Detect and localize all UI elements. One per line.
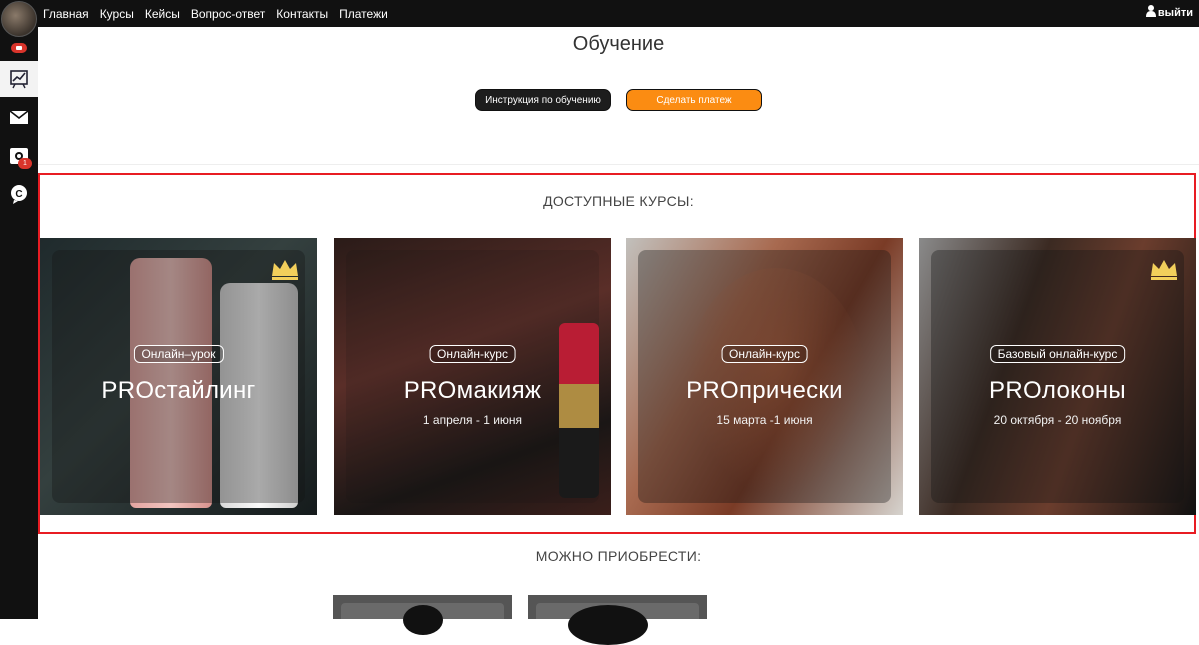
divider <box>38 164 1199 165</box>
top-navbar: Главная Курсы Кейсы Вопрос-ответ Контакт… <box>38 0 1199 27</box>
user-icon <box>1145 5 1156 20</box>
course-type-tag: Онлайн–урок <box>133 345 224 363</box>
purchasable-card[interactable] <box>528 595 707 645</box>
portrait-image <box>403 605 443 635</box>
nav-item-home[interactable]: Главная <box>43 7 89 21</box>
nav-item-courses[interactable]: Курсы <box>100 7 134 21</box>
portrait-image <box>568 605 648 645</box>
crown-icon <box>1151 260 1177 280</box>
logout-button[interactable]: выйти <box>1145 5 1193 20</box>
course-dates: 1 апреля - 1 июня <box>422 413 523 427</box>
instruction-button[interactable]: Инструкция по обучению <box>475 89 611 111</box>
svg-text:C: C <box>15 189 22 200</box>
left-rail: 1 C <box>0 0 38 619</box>
course-card-makeup[interactable]: Онлайн-курс PROмакияж 1 апреля - 1 июня <box>334 238 611 515</box>
purchasable-card[interactable] <box>333 595 512 635</box>
notification-badge: 1 <box>18 158 32 169</box>
course-type-tag: Онлайн-курс <box>429 345 516 363</box>
mail-icon[interactable] <box>8 106 30 128</box>
course-card-hairstyles[interactable]: Онлайн-курс PROпрически 15 марта -1 июня <box>626 238 903 515</box>
logout-label: выйти <box>1157 6 1193 19</box>
course-name: PROпрически <box>686 377 843 404</box>
chat-icon[interactable]: C <box>8 183 30 205</box>
course-dates: 20 октября - 20 ноября <box>993 413 1122 427</box>
rail-item-courses[interactable] <box>0 61 38 97</box>
course-name: PROлоконы <box>989 377 1126 404</box>
course-dates: 15 марта -1 июня <box>716 413 813 427</box>
course-name: PROстайлинг <box>101 377 256 404</box>
course-card-styling[interactable]: Онлайн–урок PROстайлинг <box>40 238 317 515</box>
make-payment-button[interactable]: Сделать платеж <box>626 89 762 111</box>
chart-board-icon <box>8 68 30 90</box>
avatar[interactable] <box>1 1 37 37</box>
available-courses-heading: ДОСТУПНЫЕ КУРСЫ: <box>543 193 694 209</box>
crown-icon <box>272 260 298 280</box>
page-title: Обучение <box>572 33 665 55</box>
nav-item-faq[interactable]: Вопрос-ответ <box>191 7 265 21</box>
nav-item-contacts[interactable]: Контакты <box>276 7 328 21</box>
nav-item-payments[interactable]: Платежи <box>339 7 388 21</box>
main-nav: Главная Курсы Кейсы Вопрос-ответ Контакт… <box>43 0 388 27</box>
course-card-curls[interactable]: Базовый онлайн-курс PROлоконы 20 октября… <box>919 238 1196 515</box>
nav-item-cases[interactable]: Кейсы <box>145 7 180 21</box>
video-badge-icon[interactable] <box>11 43 27 53</box>
course-name: PROмакияж <box>403 377 542 404</box>
course-type-tag: Онлайн-курс <box>721 345 808 363</box>
purchasable-courses-heading: МОЖНО ПРИОБРЕСТИ: <box>535 548 702 564</box>
course-type-tag: Базовый онлайн-курс <box>989 345 1126 363</box>
